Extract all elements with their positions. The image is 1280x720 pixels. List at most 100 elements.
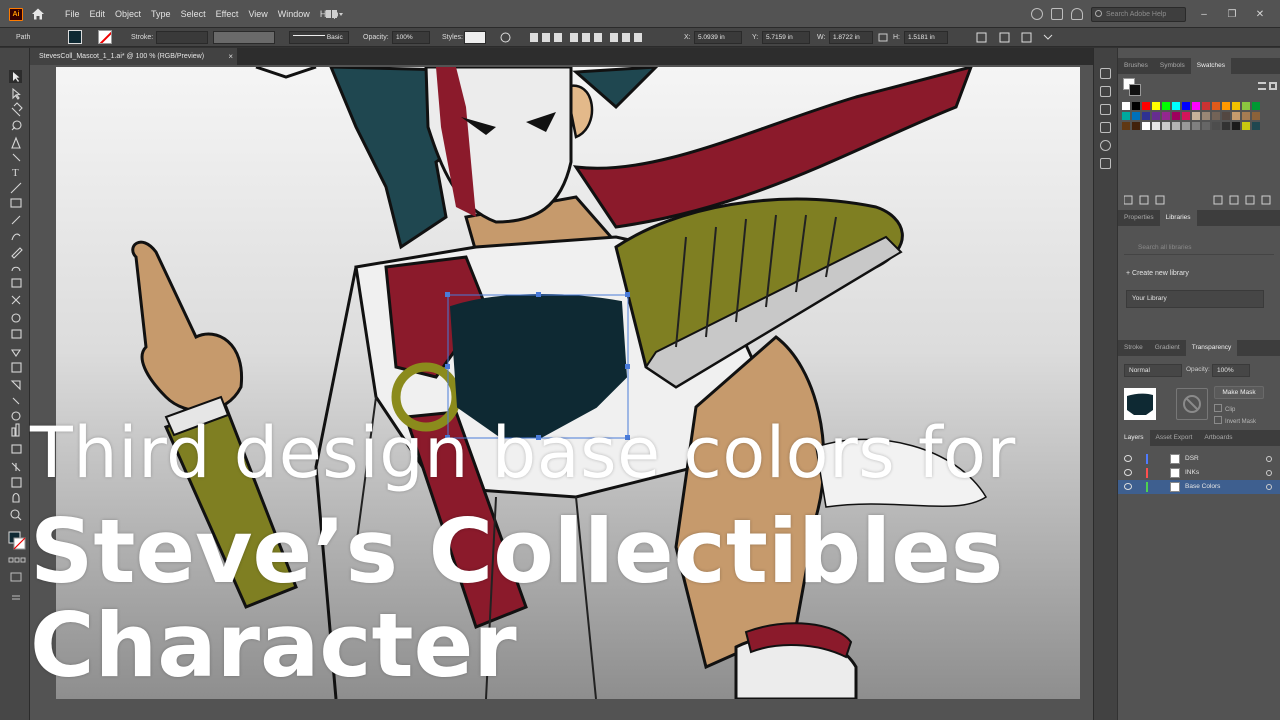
tab-properties[interactable]: Properties [1118, 210, 1160, 226]
make-mask-button[interactable]: Make Mask [1214, 386, 1264, 399]
transform-icons[interactable] [976, 32, 1056, 43]
mask-thumbnail[interactable] [1176, 388, 1208, 420]
swatch[interactable] [1242, 112, 1250, 120]
fill-swatch[interactable] [68, 30, 82, 44]
swatch[interactable] [1252, 112, 1260, 120]
search-adobe-help-input[interactable]: Search Adobe Help [1091, 6, 1186, 22]
arrange-documents-icon[interactable] [1051, 8, 1063, 20]
visibility-eye-icon[interactable] [1124, 483, 1132, 490]
minimize-button[interactable]: – [1194, 9, 1214, 20]
invert-mask-checkbox[interactable]: Invert Mask [1214, 416, 1256, 425]
stroke-weight-field[interactable] [156, 31, 208, 44]
workspace-switcher-icon[interactable] [326, 9, 344, 19]
swatch[interactable] [1252, 102, 1260, 110]
swatch[interactable] [1232, 112, 1240, 120]
swatch[interactable] [1182, 122, 1190, 130]
create-new-library-link[interactable]: + Create new library [1126, 270, 1189, 277]
tool-icons[interactable]: T [0, 68, 30, 628]
swatch[interactable] [1182, 112, 1190, 120]
constrain-proportions-icon[interactable] [878, 33, 888, 42]
swatch[interactable] [1192, 122, 1200, 130]
swatch[interactable] [1122, 102, 1130, 110]
opacity-field[interactable]: 100% [392, 31, 430, 44]
swatch[interactable] [1172, 122, 1180, 130]
tab-layers[interactable]: Layers [1118, 430, 1150, 446]
tab-symbols[interactable]: Symbols [1154, 58, 1191, 74]
visibility-eye-icon[interactable] [1124, 455, 1132, 462]
swatch[interactable] [1142, 112, 1150, 120]
tab-artboards[interactable]: Artboards [1198, 430, 1238, 446]
swatch[interactable] [1132, 112, 1140, 120]
clip-checkbox[interactable]: Clip [1214, 404, 1235, 413]
layer-target-icon[interactable] [1266, 456, 1272, 462]
swatch[interactable] [1172, 102, 1180, 110]
layer-target-icon[interactable] [1266, 484, 1272, 490]
color-guide-icon[interactable] [1100, 104, 1111, 115]
variable-width-profile[interactable] [213, 31, 275, 44]
graphic-styles-icon[interactable] [1100, 140, 1111, 151]
tab-brushes[interactable]: Brushes [1118, 58, 1154, 74]
swatch[interactable] [1162, 122, 1170, 130]
w-field[interactable]: 1.8722 in [829, 31, 873, 44]
layer-row[interactable]: Base Colors [1118, 480, 1280, 494]
tab-gradient[interactable]: Gradient [1149, 340, 1186, 356]
user-icon[interactable] [1031, 8, 1043, 20]
visibility-eye-icon[interactable] [1124, 469, 1132, 476]
swatch[interactable] [1242, 102, 1250, 110]
stroke-swatch[interactable] [98, 30, 112, 44]
swatch[interactable] [1192, 102, 1200, 110]
swatch[interactable] [1232, 102, 1240, 110]
recolor-artwork-icon[interactable] [500, 32, 511, 43]
swatch[interactable] [1142, 102, 1150, 110]
swatch[interactable] [1222, 112, 1230, 120]
document-tab[interactable]: StevesColl_Mascot_1_1.ai* @ 100 % (RGB/P… [30, 48, 237, 65]
x-field[interactable]: 5.0939 in [694, 31, 742, 44]
swatch[interactable] [1222, 122, 1230, 130]
y-field[interactable]: 5.7159 in [762, 31, 810, 44]
transparency-opacity-field[interactable]: 100% [1212, 364, 1250, 377]
tab-libraries[interactable]: Libraries [1159, 210, 1197, 226]
swatch[interactable] [1212, 102, 1220, 110]
menu-file[interactable]: File [60, 9, 85, 19]
swatch[interactable] [1152, 122, 1160, 130]
layer-row[interactable]: INKs [1118, 466, 1280, 480]
swatch[interactable] [1202, 102, 1210, 110]
artboard[interactable] [56, 67, 1080, 699]
menu-effect[interactable]: Effect [211, 9, 244, 19]
menu-edit[interactable]: Edit [85, 9, 111, 19]
swatch[interactable] [1182, 102, 1190, 110]
swatch[interactable] [1232, 122, 1240, 130]
swatch[interactable] [1122, 112, 1130, 120]
list-view-icon[interactable] [1258, 82, 1266, 90]
swatch[interactable] [1192, 112, 1200, 120]
library-select[interactable]: Your Library [1126, 290, 1264, 308]
canvas[interactable] [30, 65, 1116, 720]
close-tab-button[interactable]: × [228, 48, 233, 65]
tab-transparency[interactable]: Transparency [1185, 340, 1238, 356]
swatch[interactable] [1132, 122, 1140, 130]
swatch[interactable] [1122, 122, 1130, 130]
character-artwork[interactable] [56, 67, 1080, 699]
tab-swatches[interactable]: Swatches [1190, 58, 1231, 74]
swatch-stroke-indicator[interactable] [1129, 84, 1141, 96]
swatch[interactable] [1152, 102, 1160, 110]
brush-definition[interactable]: Basic [289, 31, 349, 44]
thumbnail-view-icon[interactable] [1269, 82, 1277, 90]
tab-asset-export[interactable]: Asset Export [1150, 430, 1199, 446]
swatch[interactable] [1222, 102, 1230, 110]
swatch[interactable] [1172, 112, 1180, 120]
color-icon[interactable] [1100, 86, 1111, 97]
align-icons[interactable] [530, 32, 650, 43]
layer-row[interactable]: DSR [1118, 452, 1280, 466]
menu-window[interactable]: Window [273, 9, 315, 19]
swatch-panel-footer-icons[interactable] [1124, 195, 1274, 205]
blend-mode-select[interactable]: Normal [1124, 364, 1182, 377]
symbols-icon[interactable] [1100, 158, 1111, 169]
swatch[interactable] [1242, 122, 1250, 130]
swatch[interactable] [1212, 122, 1220, 130]
graphic-style-swatch[interactable] [464, 31, 486, 44]
swatch[interactable] [1252, 122, 1260, 130]
appearance-icon[interactable] [1100, 122, 1111, 133]
swatch[interactable] [1162, 102, 1170, 110]
menu-select[interactable]: Select [176, 9, 211, 19]
